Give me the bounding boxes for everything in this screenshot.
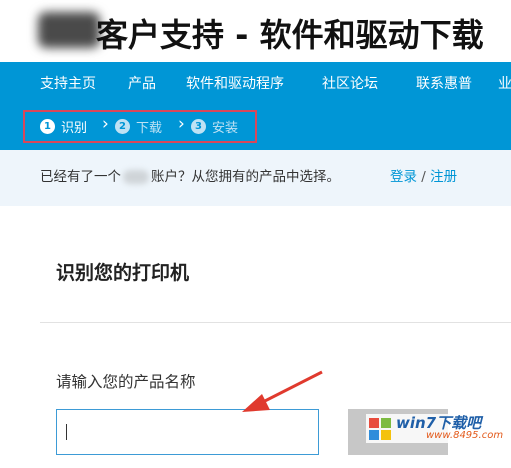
red-arrow-annotation (242, 370, 323, 412)
site-watermark: win7下载吧 www.8495.com (366, 414, 508, 443)
watermark-url: www.8495.com (426, 430, 504, 441)
windows-logo-icon (369, 417, 391, 440)
watermark-text: win7下载吧 (396, 414, 482, 432)
